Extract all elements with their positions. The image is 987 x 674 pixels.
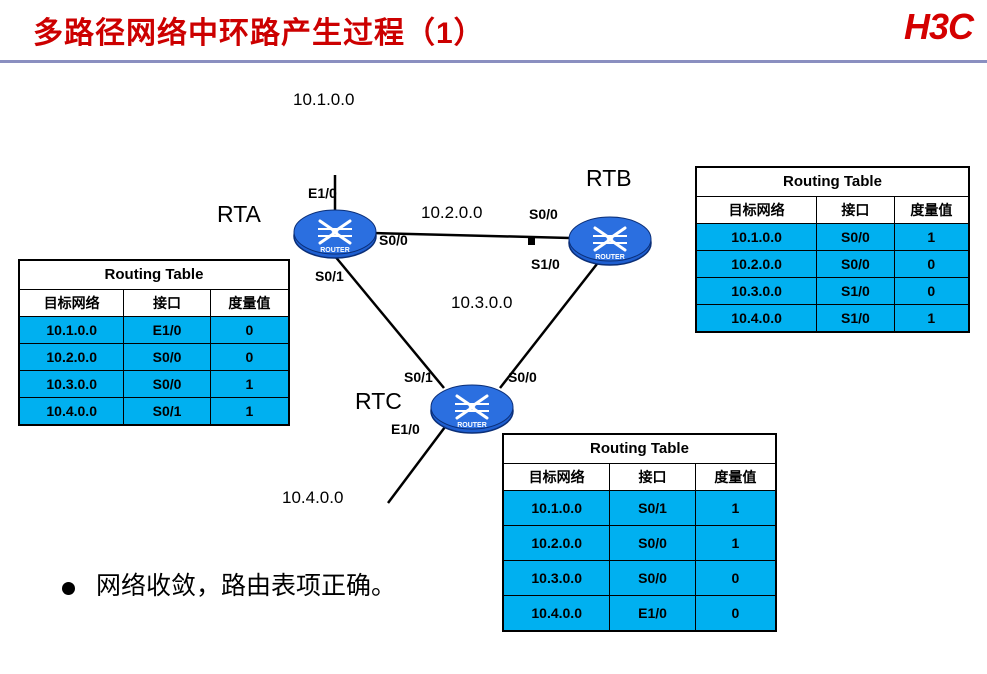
svg-text:ROUTER: ROUTER	[320, 247, 350, 254]
router-label-rta: RTA	[217, 201, 261, 227]
table-header-row: 目标网络 接口 度量值	[695, 196, 970, 224]
table-row: 10.1.0.0 S0/0 1	[695, 223, 970, 251]
cell-network: 10.1.0.0	[502, 490, 611, 526]
column-header-metric: 度量值	[893, 196, 970, 224]
routing-table-rta: Routing Table 目标网络 接口 度量值 10.1.0.0 E1/0 …	[18, 259, 290, 426]
table-row: 10.2.0.0 S0/0 0	[18, 343, 290, 371]
interface-label-rtc-s0-0: S0/0	[508, 369, 537, 385]
cell-network: 10.2.0.0	[502, 525, 611, 561]
interface-label-rta-e1-0: E1/0	[308, 185, 337, 201]
cell-network: 10.2.0.0	[18, 343, 125, 371]
table-header-row: 目标网络 接口 度量值	[502, 463, 777, 491]
cell-interface: E1/0	[609, 595, 696, 632]
table-row: 10.4.0.0 S1/0 1	[695, 304, 970, 333]
cell-interface: S0/0	[816, 223, 895, 251]
cell-interface: S0/0	[816, 250, 895, 278]
interface-label-rtb-s0-0: S0/0	[529, 206, 558, 222]
cell-network: 10.4.0.0	[695, 304, 818, 333]
network-label-bottom: 10.4.0.0	[282, 488, 344, 507]
routing-table-rtb: Routing Table 目标网络 接口 度量值 10.1.0.0 S0/0 …	[695, 166, 970, 333]
network-label-ab: 10.2.0.0	[421, 203, 483, 222]
column-header-metric: 度量值	[209, 289, 290, 317]
cell-metric: 0	[893, 277, 970, 305]
cell-metric: 0	[694, 560, 777, 596]
routing-table-rtc: Routing Table 目标网络 接口 度量值 10.1.0.0 S0/1 …	[502, 433, 777, 632]
column-header-interface: 接口	[123, 289, 211, 317]
svg-text:ROUTER: ROUTER	[457, 422, 487, 429]
svg-text:ROUTER: ROUTER	[595, 254, 625, 261]
table-row: 10.4.0.0 S0/1 1	[18, 397, 290, 426]
table-header-row: 目标网络 接口 度量值	[18, 289, 290, 317]
table-row: 10.1.0.0 S0/1 1	[502, 490, 777, 526]
router-label-rtb: RTB	[586, 165, 632, 191]
cell-metric: 0	[893, 250, 970, 278]
cell-interface: S0/0	[123, 370, 211, 398]
h3c-logo: H3C	[903, 6, 974, 47]
table-caption-row: Routing Table	[18, 259, 290, 290]
cell-network: 10.1.0.0	[695, 223, 818, 251]
cell-metric: 1	[209, 370, 290, 398]
cell-interface: S0/0	[609, 525, 696, 561]
table-row: 10.3.0.0 S0/0 0	[502, 560, 777, 596]
router-label-rtc: RTC	[355, 388, 402, 414]
table-row: 10.2.0.0 S0/0 1	[502, 525, 777, 561]
cell-network: 10.1.0.0	[18, 316, 125, 344]
cell-network: 10.4.0.0	[18, 397, 125, 426]
cell-metric: 1	[893, 304, 970, 333]
cell-metric: 1	[694, 490, 777, 526]
cell-metric: 0	[694, 595, 777, 632]
cell-interface: S1/0	[816, 304, 895, 333]
network-label-bc: 10.3.0.0	[451, 293, 513, 312]
cell-interface: S0/1	[123, 397, 211, 426]
cell-network: 10.4.0.0	[502, 595, 611, 632]
column-header-network: 目标网络	[18, 289, 125, 317]
cell-metric: 0	[209, 316, 290, 344]
router-rta-icon: ROUTER	[293, 209, 377, 259]
column-header-network: 目标网络	[502, 463, 611, 491]
table-caption-row: Routing Table	[695, 166, 970, 197]
interface-label-rtc-s0-1: S0/1	[404, 369, 433, 385]
routing-table-caption: Routing Table	[695, 166, 970, 197]
cell-interface: S0/1	[609, 490, 696, 526]
cell-metric: 1	[209, 397, 290, 426]
interface-label-rta-s0-1: S0/1	[315, 268, 344, 284]
table-row: 10.2.0.0 S0/0 0	[695, 250, 970, 278]
column-header-interface: 接口	[816, 196, 895, 224]
cell-interface: S0/0	[609, 560, 696, 596]
cell-interface: S1/0	[816, 277, 895, 305]
cell-metric: 1	[694, 525, 777, 561]
column-header-interface: 接口	[609, 463, 696, 491]
bullet-text: 网络收敛，路由表项正确。	[96, 572, 397, 600]
routing-table-caption: Routing Table	[502, 433, 777, 464]
table-row: 10.4.0.0 E1/0 0	[502, 595, 777, 632]
cell-interface: E1/0	[123, 316, 211, 344]
table-caption-row: Routing Table	[502, 433, 777, 464]
table-row: 10.3.0.0 S0/0 1	[18, 370, 290, 398]
cell-network: 10.3.0.0	[18, 370, 125, 398]
cell-metric: 0	[209, 343, 290, 371]
interface-label-rta-s0-0: S0/0	[379, 232, 408, 248]
router-rtc-icon: ROUTER	[430, 384, 514, 434]
cell-metric: 1	[893, 223, 970, 251]
column-header-metric: 度量值	[694, 463, 777, 491]
table-row: 10.1.0.0 E1/0 0	[18, 316, 290, 344]
cell-interface: S0/0	[123, 343, 211, 371]
routing-table-caption: Routing Table	[18, 259, 290, 290]
slide-body: ROUTER ROUTER ROUTER 10.1.0.0 E1/0 RTA R…	[0, 63, 987, 674]
interface-label-rtc-e1-0: E1/0	[391, 421, 420, 437]
table-row: 10.3.0.0 S1/0 0	[695, 277, 970, 305]
network-label-top: 10.1.0.0	[293, 90, 355, 109]
cell-network: 10.3.0.0	[502, 560, 611, 596]
interface-label-rtb-s1-0: S1/0	[531, 256, 560, 272]
column-header-network: 目标网络	[695, 196, 818, 224]
slide-header: 多路径网络中环路产生过程（1） H3C	[0, 0, 987, 60]
router-rtb-icon: ROUTER	[568, 216, 652, 266]
page-title: 多路径网络中环路产生过程（1）	[33, 17, 485, 50]
cell-network: 10.2.0.0	[695, 250, 818, 278]
cell-network: 10.3.0.0	[695, 277, 818, 305]
bullet-dot-icon	[62, 582, 75, 595]
